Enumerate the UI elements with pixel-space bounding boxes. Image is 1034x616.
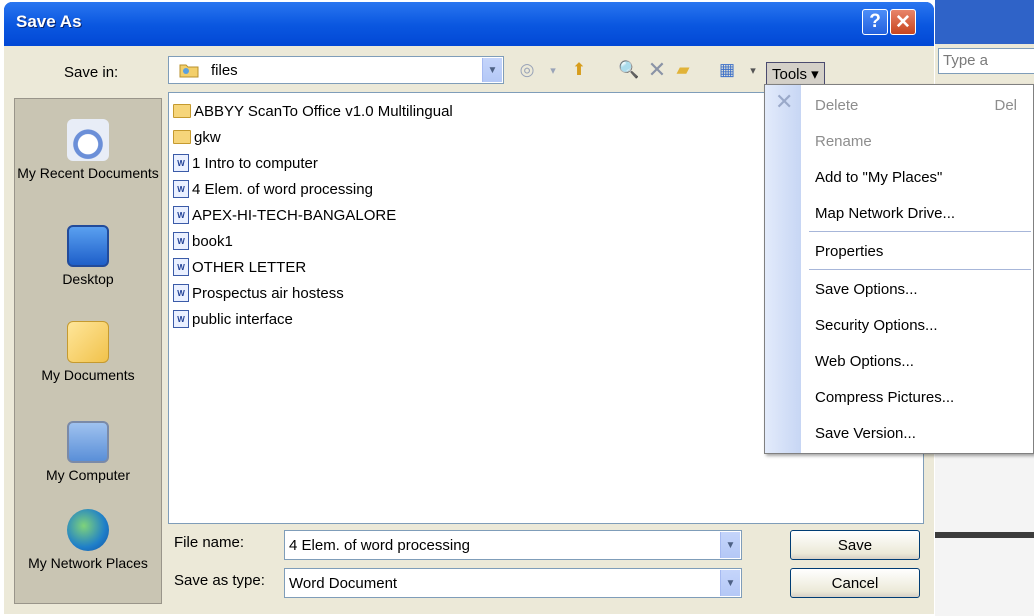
tools-menu-button[interactable]: Tools ▾ [766,62,825,86]
tools-menu: ✕ Delete Del Rename Add to "My Places" M… [764,84,1034,454]
dialog-title: Save As [16,12,82,31]
back-icon[interactable]: ◎ [516,59,538,81]
place-my-computer[interactable]: My Computer [15,421,161,484]
delete-icon[interactable]: ✕ [646,57,668,82]
list-item[interactable]: ABBYY ScanTo Office v1.0 Multilingual [173,99,453,123]
word-document-icon: W [173,154,189,172]
views-dropdown-icon[interactable]: ▾ [742,59,764,81]
save-as-type-value: Word Document [289,575,398,592]
up-folder-icon[interactable]: ⬆ [568,59,590,81]
menu-item-add-to-my-places[interactable]: Add to "My Places" [815,169,942,186]
file-name-field[interactable]: 4 Elem. of word processing ▼ [284,530,742,560]
new-folder-icon[interactable]: ▰ [672,59,694,81]
background-divider [935,532,1034,538]
menu-item-save-options[interactable]: Save Options... [815,281,918,298]
word-document-icon: W [173,310,189,328]
background-title-bar [935,0,1034,44]
place-my-recent-documents[interactable]: My Recent Documents [15,119,161,182]
word-document-icon: W [173,180,189,198]
search-web-icon[interactable]: 🔍 [618,59,640,81]
save-in-dropdown[interactable]: files ▼ [168,56,504,84]
folder-icon [179,64,199,78]
menu-item-map-network-drive[interactable]: Map Network Drive... [815,205,955,222]
recent-documents-icon [67,119,109,161]
delete-shortcut: Del [994,97,1017,114]
cancel-button[interactable]: Cancel [790,568,920,598]
save-as-type-label: Save as type: [174,572,265,589]
save-as-type-dropdown[interactable]: Word Document ▼ [284,568,742,598]
file-name-value: 4 Elem. of word processing [289,537,470,554]
save-button[interactable]: Save [790,530,920,560]
chevron-down-icon[interactable]: ▼ [720,532,740,558]
folder-icon [173,104,191,118]
folder-icon [173,130,191,144]
menu-item-rename[interactable]: Rename [815,133,872,150]
list-item[interactable]: W book1 [173,229,233,253]
chevron-down-icon[interactable]: ▼ [482,58,502,82]
word-document-icon: W [173,232,189,250]
save-in-label: Save in: [64,64,119,81]
help-button[interactable]: ? [862,9,888,35]
close-button[interactable]: ✕ [890,9,916,35]
list-item[interactable]: W APEX-HI-TECH-BANGALORE [173,203,396,227]
places-bar: My Recent Documents Desktop My Documents… [14,98,162,604]
place-desktop[interactable]: Desktop [15,225,161,288]
views-icon[interactable]: ▦ [716,59,738,81]
menu-gutter [765,85,801,453]
list-item[interactable]: W 4 Elem. of word processing [173,177,373,201]
menu-separator [809,231,1031,232]
list-item[interactable]: W 1 Intro to computer [173,151,318,175]
delete-icon: ✕ [775,89,794,114]
menu-item-compress-pictures[interactable]: Compress Pictures... [815,389,954,406]
place-my-documents[interactable]: My Documents [15,321,161,384]
my-documents-icon [67,321,109,363]
menu-item-save-version[interactable]: Save Version... [815,425,916,442]
menu-separator [809,269,1031,270]
place-my-network-places[interactable]: My Network Places [15,509,161,572]
word-document-icon: W [173,284,189,302]
my-computer-icon [67,421,109,463]
word-document-icon: W [173,258,189,276]
menu-item-web-options[interactable]: Web Options... [815,353,914,370]
list-item[interactable]: gkw [173,125,221,149]
list-item[interactable]: W Prospectus air hostess [173,281,344,305]
file-name-label: File name: [174,534,245,551]
list-item[interactable]: W public interface [173,307,293,331]
background-search-box[interactable]: Type a [938,48,1034,74]
menu-item-delete[interactable]: Delete [815,97,858,114]
list-item[interactable]: W OTHER LETTER [173,255,306,279]
chevron-down-icon[interactable]: ▼ [720,570,740,596]
save-in-value: files [211,62,238,79]
menu-item-properties[interactable]: Properties [815,243,883,260]
word-document-icon: W [173,206,189,224]
network-places-icon [67,509,109,551]
desktop-icon [67,225,109,267]
back-dropdown-icon[interactable]: ▾ [542,59,564,81]
menu-item-security-options[interactable]: Security Options... [815,317,938,334]
